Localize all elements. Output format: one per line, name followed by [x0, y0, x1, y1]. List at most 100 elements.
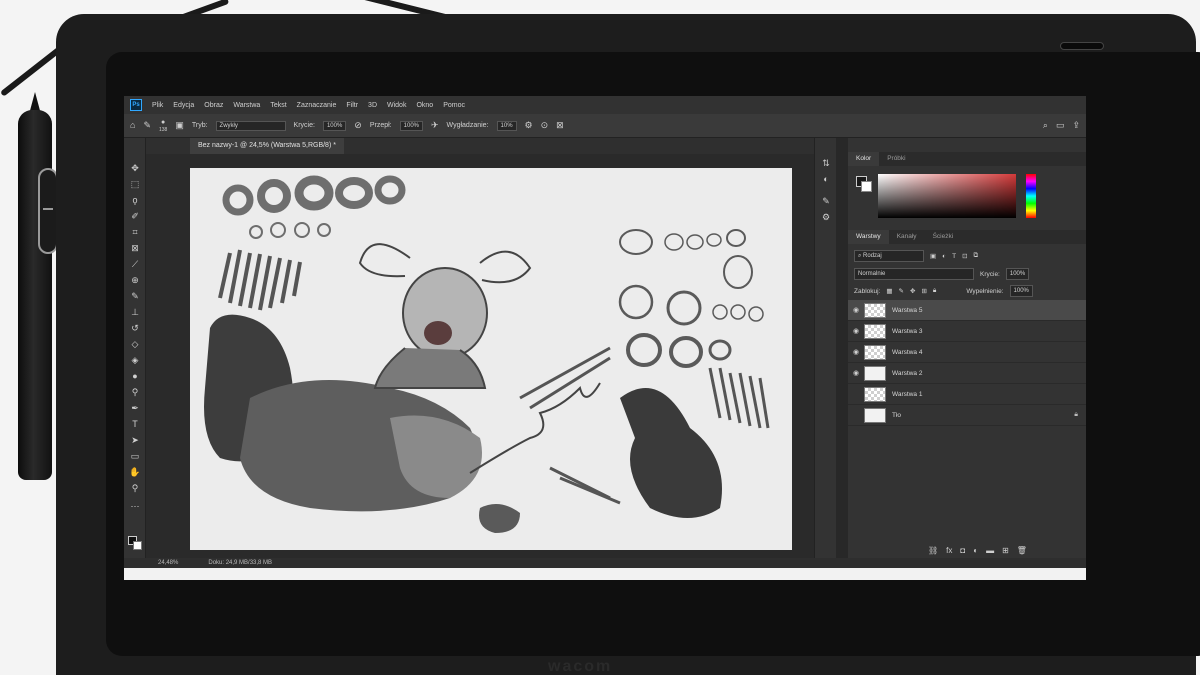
airbrush-icon[interactable]: ✈ — [431, 121, 439, 130]
opacity-field[interactable]: 100% — [322, 120, 347, 131]
filter-smart-icon[interactable]: ⧉ — [974, 252, 979, 260]
symmetry-icon[interactable]: ⊠ — [556, 121, 564, 130]
new-group-icon[interactable]: ▬ — [986, 546, 994, 555]
filter-adjust-icon[interactable]: ◐ — [942, 253, 946, 260]
filter-shape-icon[interactable]: ⊡ — [962, 252, 967, 260]
filter-pixel-icon[interactable]: ▣ — [930, 252, 936, 260]
delete-layer-icon[interactable]: 🗑︎ — [1017, 546, 1027, 555]
layer-row[interactable]: ◉ Warstwa 4 — [848, 342, 1086, 363]
lasso-tool-icon[interactable]: ϙ — [129, 194, 141, 206]
blur-tool-icon[interactable]: ● — [129, 370, 141, 382]
path-select-tool-icon[interactable]: ➤ — [129, 434, 141, 446]
menu-edit[interactable]: Edycja — [173, 102, 194, 109]
menu-image[interactable]: Obraz — [204, 102, 223, 109]
layer-row[interactable]: Warstwa 1 — [848, 384, 1086, 405]
type-tool-icon[interactable]: T — [129, 418, 141, 430]
document-canvas[interactable] — [190, 168, 792, 550]
zoom-tool-icon[interactable]: ⚲ — [129, 482, 141, 494]
brush-tool-icon[interactable]: ✎ — [143, 121, 151, 130]
layer-name: Warstwa 3 — [892, 327, 923, 335]
frame-tool-icon[interactable]: ⊠ — [129, 242, 141, 254]
layer-row[interactable]: ◉ Warstwa 3 — [848, 321, 1086, 342]
color-panel-background[interactable] — [861, 181, 872, 192]
background-color-swatch[interactable] — [133, 541, 142, 550]
lock-position-icon[interactable]: ✥ — [910, 287, 915, 295]
dodge-tool-icon[interactable]: ⚲ — [129, 386, 141, 398]
add-mask-icon[interactable]: ◘ — [960, 546, 965, 555]
menu-3d[interactable]: 3D — [368, 102, 377, 109]
eye-icon[interactable]: ◉ — [848, 306, 864, 314]
gear-icon[interactable]: ⚙ — [525, 121, 533, 130]
menu-layer[interactable]: Warstwa — [233, 102, 260, 109]
history-brush-tool-icon[interactable]: ↺ — [129, 322, 141, 334]
pen-tool-icon[interactable]: ✒ — [129, 402, 141, 414]
share-icon[interactable]: ⇪ — [1072, 121, 1080, 130]
filter-type-icon[interactable]: T — [952, 253, 956, 260]
layer-opacity-field[interactable]: 100% — [1005, 268, 1030, 280]
stamp-tool-icon[interactable]: ⊥ — [129, 306, 141, 318]
crop-tool-icon[interactable]: ⌗ — [129, 226, 141, 238]
more-tools-icon[interactable]: ⋯ — [129, 500, 141, 512]
lock-all-icon[interactable]: 🔒︎ — [933, 287, 936, 295]
layer-row[interactable]: ◉ Warstwa 5 — [848, 300, 1086, 321]
menu-window[interactable]: Okno — [416, 102, 433, 109]
lock-artboard-icon[interactable]: ⊞ — [921, 287, 926, 295]
pressure-size-icon[interactable]: ⊙ — [541, 121, 549, 130]
brush-settings-icon[interactable]: ⚙ — [820, 212, 832, 224]
layers-panel-tabs: Warstwy Kanały Ścieżki — [848, 230, 1086, 244]
pressure-opacity-icon[interactable]: ⊘ — [354, 121, 362, 130]
blend-mode-dropdown[interactable]: Normalnie — [854, 268, 974, 280]
lock-transparency-icon[interactable]: ▦ — [886, 287, 892, 295]
smoothing-field[interactable]: 10% — [496, 120, 517, 131]
layer-row[interactable]: ◉ Warstwa 2 — [848, 363, 1086, 384]
hand-tool-icon[interactable]: ✋ — [129, 466, 141, 478]
adjustments-icon[interactable]: ◐ — [820, 174, 832, 186]
eyedropper-tool-icon[interactable]: ⟋ — [129, 258, 141, 270]
tab-channels[interactable]: Kanały — [889, 230, 925, 244]
canvas-area[interactable] — [146, 154, 814, 558]
brush-tool-icon[interactable]: ✎ — [129, 290, 141, 302]
power-button[interactable] — [1060, 42, 1104, 50]
eraser-tool-icon[interactable]: ◇ — [129, 338, 141, 350]
workspace-icon[interactable]: ▭ — [1056, 121, 1065, 130]
eye-icon[interactable]: ◉ — [848, 327, 864, 335]
menu-filter[interactable]: Filtr — [346, 102, 358, 109]
eye-icon[interactable]: ◉ — [848, 348, 864, 356]
hue-slider[interactable] — [1026, 174, 1036, 218]
brush-settings-icon[interactable]: ▣ — [175, 121, 184, 130]
bucket-tool-icon[interactable]: ◈ — [129, 354, 141, 366]
lock-image-icon[interactable]: ✎ — [899, 287, 904, 295]
menu-view[interactable]: Widok — [387, 102, 406, 109]
zoom-level[interactable]: 24,48% — [158, 560, 178, 566]
menu-select[interactable]: Zaznaczanie — [297, 102, 337, 109]
brush-preset-picker[interactable]: ● 138 — [159, 118, 167, 133]
quick-select-tool-icon[interactable]: ✐ — [129, 210, 141, 222]
flow-field[interactable]: 100% — [399, 120, 423, 131]
fill-field[interactable]: 100% — [1009, 285, 1033, 297]
menu-type[interactable]: Tekst — [270, 102, 286, 109]
mode-dropdown[interactable]: Zwykły — [215, 120, 286, 131]
document-tab[interactable]: Bez nazwy-1 @ 24,5% (Warstwa 5,RGB/8) * — [190, 138, 344, 154]
tab-paths[interactable]: Ścieżki — [925, 230, 962, 244]
history-icon[interactable]: ⇅ — [820, 158, 832, 170]
brushes-icon[interactable]: ✎ — [820, 196, 832, 208]
tab-color[interactable]: Kolor — [848, 152, 880, 166]
tab-swatches[interactable]: Próbki — [879, 152, 913, 166]
menu-file[interactable]: Plik — [152, 102, 163, 109]
eye-icon[interactable]: ◉ — [848, 369, 864, 377]
adjustment-layer-icon[interactable]: ◐ — [973, 546, 978, 555]
search-icon[interactable]: ⌕ — [1043, 121, 1048, 130]
link-layers-icon[interactable]: ⛓ — [928, 546, 938, 555]
move-tool-icon[interactable]: ✥ — [129, 162, 141, 174]
fx-icon[interactable]: fx — [946, 546, 952, 555]
rectangle-tool-icon[interactable]: ▭ — [129, 450, 141, 462]
menu-help[interactable]: Pomoc — [443, 102, 465, 109]
tab-layers[interactable]: Warstwy — [848, 230, 889, 244]
new-layer-icon[interactable]: ⊞ — [1002, 546, 1009, 555]
color-picker-field[interactable] — [878, 174, 1016, 218]
marquee-tool-icon[interactable]: ⬚ — [129, 178, 141, 190]
home-icon[interactable]: ⌂ — [130, 121, 135, 130]
layer-filter-dropdown[interactable]: ⌕ Rodzaj — [854, 250, 924, 262]
healing-tool-icon[interactable]: ⊕ — [129, 274, 141, 286]
layer-row[interactable]: Tło 🔒︎ — [848, 405, 1086, 426]
